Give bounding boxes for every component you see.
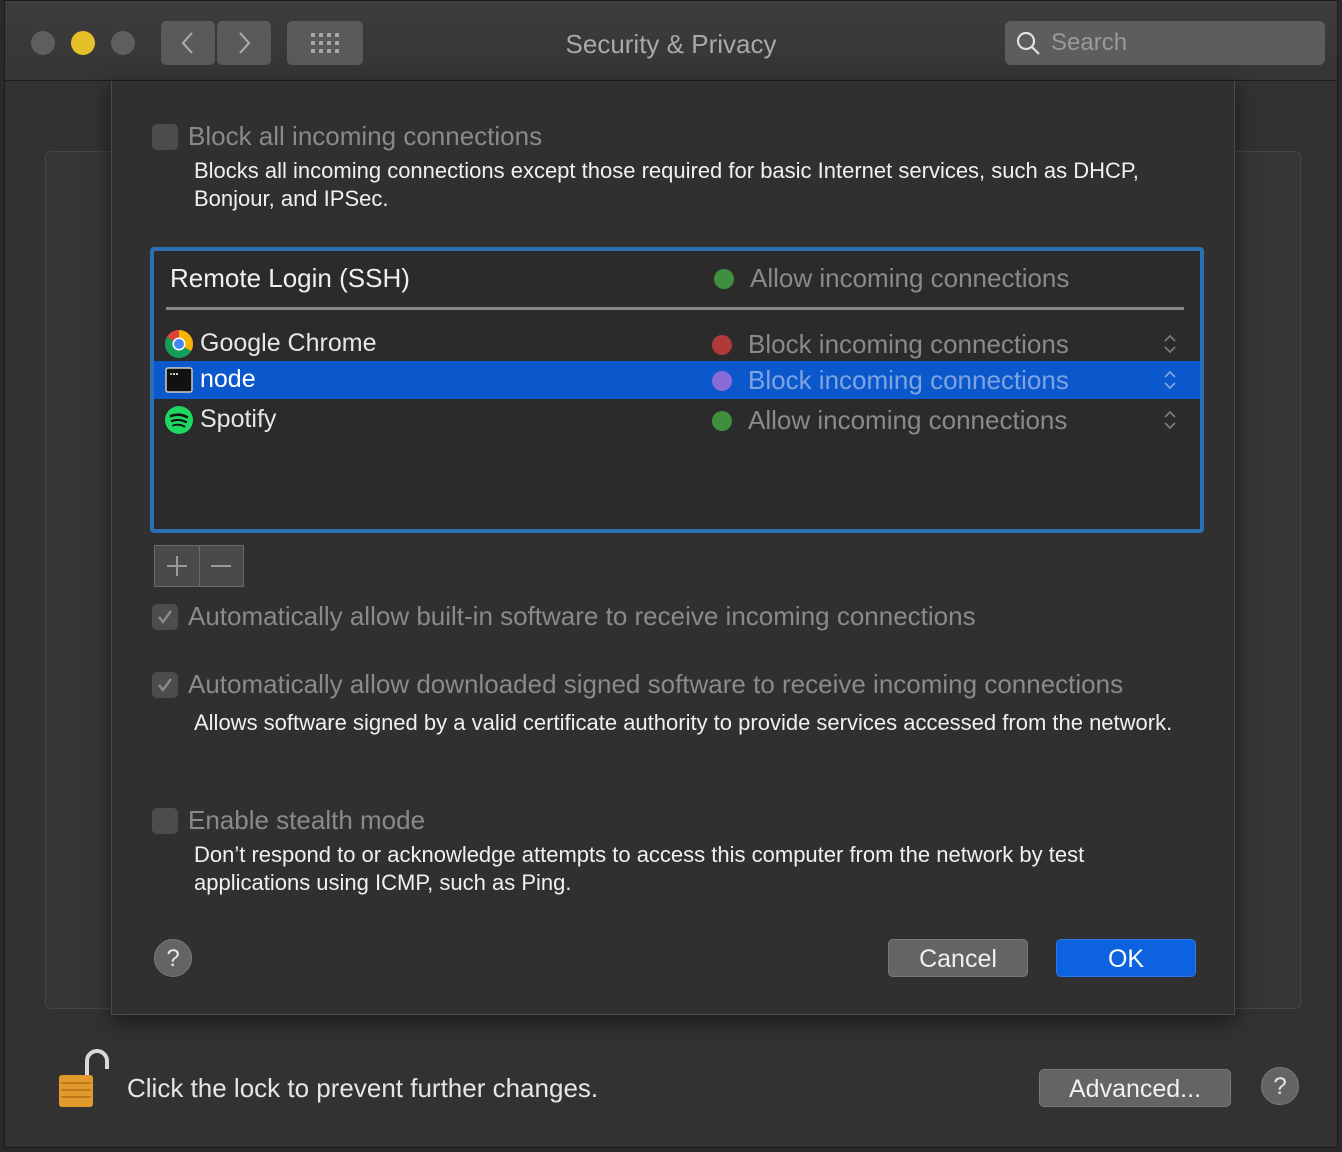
status-stepper[interactable] (1162, 369, 1178, 391)
list-header-status-text: Allow incoming connections (750, 263, 1070, 293)
auto-signed-description: Allows software signed by a valid certif… (194, 710, 1173, 735)
status-dot-green (712, 410, 732, 431)
sheet-help-button[interactable]: ? (154, 939, 192, 977)
terminal-icon (165, 367, 193, 393)
auto-builtin-label: Automatically allow built-in software to… (188, 601, 976, 631)
up-down-chevron-icon (1164, 370, 1176, 390)
status-dot-red (712, 334, 732, 355)
advanced-button[interactable]: Advanced... (1039, 1069, 1231, 1107)
list-row-google-chrome[interactable]: Google Chrome Block incoming connections (154, 325, 1200, 363)
list-row-status-text: Block incoming connections (748, 329, 1069, 359)
chrome-icon (165, 330, 193, 358)
list-row-node[interactable]: node Block incoming connections (154, 361, 1200, 399)
security-privacy-window: Security & Privacy Block all incoming co… (4, 0, 1338, 1148)
help-button[interactable]: ? (1261, 1067, 1299, 1105)
lock-status-text: Click the lock to prevent further change… (127, 1073, 599, 1103)
remove-app-button[interactable] (198, 546, 244, 586)
list-row-status[interactable]: Block incoming connections (712, 365, 1069, 396)
list-separator (166, 307, 1184, 310)
up-down-chevron-icon (1164, 410, 1176, 430)
app-firewall-list[interactable]: Remote Login (SSH) Allow incoming connec… (150, 247, 1204, 533)
auto-builtin-checkbox[interactable] (152, 603, 178, 630)
spotify-icon (165, 406, 193, 434)
search-icon (1016, 31, 1040, 55)
title-bar: Security & Privacy (5, 1, 1337, 81)
add-remove-control (154, 545, 244, 587)
list-row-status[interactable]: Allow incoming connections (712, 405, 1067, 436)
list-row-name: Google Chrome (200, 329, 377, 357)
auto-signed-checkbox[interactable] (152, 671, 178, 698)
list-header-name: Remote Login (SSH) (170, 263, 410, 293)
stealth-mode-label: Enable stealth mode (188, 805, 426, 835)
status-dot-purple (712, 370, 732, 391)
stealth-mode-checkbox-row[interactable]: Enable stealth mode (152, 805, 425, 836)
ok-button[interactable]: OK (1056, 939, 1196, 977)
list-header-row[interactable]: Remote Login (SSH) Allow incoming connec… (154, 251, 1200, 307)
search-field[interactable] (1005, 21, 1325, 65)
auto-signed-label: Automatically allow downloaded signed so… (188, 669, 1124, 699)
block-all-description: Blocks all incoming connections except t… (194, 158, 1139, 211)
up-down-chevron-icon (1164, 334, 1176, 354)
checkmark-icon (158, 677, 173, 692)
list-row-status-text: Allow incoming connections (748, 405, 1068, 435)
add-app-button[interactable] (155, 546, 199, 586)
list-header-status: Allow incoming connections (714, 263, 1069, 294)
list-row-status-text: Block incoming connections (748, 365, 1069, 395)
status-stepper[interactable] (1162, 409, 1178, 431)
status-stepper[interactable] (1162, 333, 1178, 355)
list-row-name: Spotify (200, 405, 277, 433)
list-row-spotify[interactable]: Spotify Allow incoming connections (154, 401, 1200, 439)
checkmark-icon (158, 609, 173, 624)
unlocked-padlock-icon[interactable] (57, 1047, 109, 1111)
firewall-options-sheet: Block all incoming connections Blocks al… (111, 81, 1235, 1015)
block-all-checkbox[interactable] (152, 123, 178, 150)
minus-icon (211, 565, 232, 567)
auto-builtin-checkbox-row[interactable]: Automatically allow built-in software to… (152, 601, 976, 632)
cancel-button[interactable]: Cancel (888, 939, 1028, 977)
stealth-mode-checkbox[interactable] (152, 807, 178, 834)
block-all-label: Block all incoming connections (188, 121, 543, 151)
list-row-status[interactable]: Block incoming connections (712, 329, 1069, 360)
block-all-checkbox-row[interactable]: Block all incoming connections (152, 121, 542, 152)
list-row-name: node (200, 365, 256, 393)
status-dot-green (714, 268, 734, 289)
auto-signed-checkbox-row[interactable]: Automatically allow downloaded signed so… (152, 669, 1123, 700)
stealth-mode-description: Don’t respond to or acknowledge attempts… (194, 842, 1085, 895)
plus-icon (166, 556, 187, 576)
search-input[interactable] (1049, 28, 1313, 58)
